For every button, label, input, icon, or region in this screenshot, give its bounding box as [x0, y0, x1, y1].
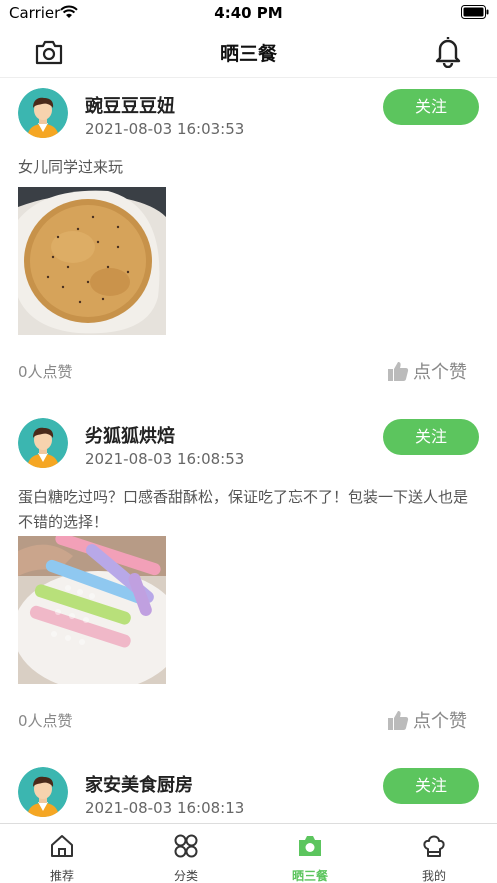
tab-recommend[interactable]: 推荐	[0, 824, 124, 883]
tab-label: 我的	[421, 869, 446, 883]
nav-bar: 晒三餐	[0, 26, 497, 78]
tab-bar: 推荐 分类 晒三餐 我的	[0, 823, 497, 883]
like-count: 0人点赞	[18, 363, 73, 381]
like-button[interactable]: 点个赞	[387, 358, 467, 384]
like-label: 点个赞	[413, 711, 467, 732]
post-text: 女儿同学过来玩	[18, 158, 124, 176]
avatar[interactable]	[18, 767, 68, 817]
post-image-flatbread[interactable]	[18, 187, 166, 335]
camera-icon	[299, 836, 321, 856]
like-count: 0人点赞	[18, 712, 73, 730]
post-username[interactable]: 家安美食厨房	[85, 771, 193, 797]
avatar[interactable]	[18, 418, 68, 468]
tab-mine[interactable]: 我的	[372, 824, 496, 883]
page-title: 晒三餐	[219, 43, 277, 65]
home-icon	[51, 835, 73, 857]
chef-hat-icon	[423, 835, 445, 857]
meringue-photo	[18, 536, 166, 684]
post-timestamp: 2021-08-03 16:08:53	[85, 450, 245, 468]
post-username[interactable]: 豌豆豆豆妞	[85, 92, 175, 118]
tab-label: 晒三餐	[291, 869, 328, 883]
follow-button[interactable]: 关注	[383, 768, 479, 804]
category-icon	[174, 834, 198, 858]
avatar-icon	[18, 767, 68, 817]
like-label: 点个赞	[413, 362, 467, 383]
like-button[interactable]: 点个赞	[387, 707, 467, 733]
post-timestamp: 2021-08-03 16:08:13	[85, 799, 245, 817]
bell-icon[interactable]	[433, 34, 463, 68]
battery-icon	[461, 5, 489, 19]
avatar[interactable]	[18, 88, 68, 138]
thumbs-up-icon	[388, 362, 409, 381]
avatar-icon	[18, 418, 68, 468]
post-timestamp: 2021-08-03 16:03:53	[85, 120, 245, 138]
follow-button[interactable]: 关注	[383, 89, 479, 125]
status-bar: Carrier 4:40 PM	[0, 0, 497, 26]
avatar-icon	[18, 88, 68, 138]
thumbs-up-icon	[388, 711, 409, 730]
tab-share-meals[interactable]: 晒三餐	[248, 824, 372, 883]
tab-category[interactable]: 分类	[124, 824, 248, 883]
post-text: 蛋白糖吃过吗？口感香甜酥松，保证吃了忘不了！包装一下送人也是不错的选择！	[18, 488, 469, 531]
post-card: 豌豆豆豆妞 2021-08-03 16:03:53 关注 女儿同学过来玩 0人点…	[0, 78, 497, 408]
flatbread-photo	[18, 187, 166, 335]
tab-label: 分类	[173, 869, 198, 883]
post-card: 家安美食厨房 2021-08-03 16:08:13 关注	[0, 757, 497, 823]
feed-list[interactable]: 豌豆豆豆妞 2021-08-03 16:03:53 关注 女儿同学过来玩 0人点…	[0, 78, 497, 823]
post-image-meringue[interactable]	[18, 536, 166, 684]
follow-button[interactable]: 关注	[383, 419, 479, 455]
post-username[interactable]: 劣狐狐烘焙	[85, 422, 175, 448]
tab-label: 推荐	[49, 869, 74, 883]
clock-label: 4:40 PM	[214, 4, 283, 22]
post-card: 劣狐狐烘焙 2021-08-03 16:08:53 关注 蛋白糖吃过吗？口感香甜…	[0, 408, 497, 758]
